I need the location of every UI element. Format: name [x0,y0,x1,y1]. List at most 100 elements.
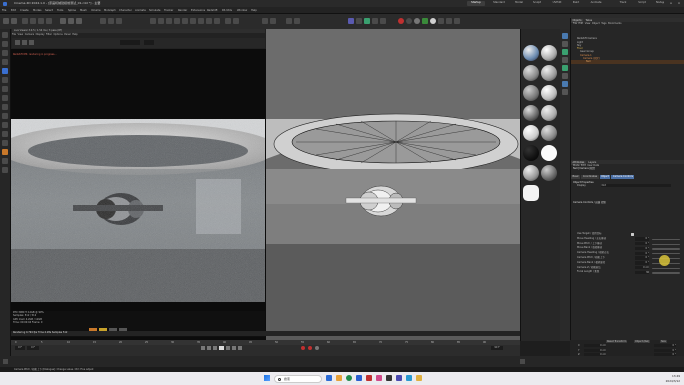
snap-tool-icon[interactable] [2,158,8,164]
keyframe-selection-icon[interactable] [315,346,319,350]
move-icon[interactable] [30,18,36,24]
clock-date[interactable]: 2024/3/12 [658,379,680,383]
app-yellow-icon[interactable] [416,375,422,381]
snap-icon[interactable] [225,18,231,24]
app-dark-icon[interactable] [386,375,392,381]
shader-icon[interactable] [562,65,568,71]
menu-render[interactable]: Render [178,9,187,12]
tab-startup[interactable]: Startup [467,1,485,6]
grid-icon[interactable] [294,18,300,24]
tab-sculpt[interactable]: Sculpt [530,1,544,6]
undo-icon[interactable] [3,18,9,24]
material-swatch-8[interactable] [541,105,557,121]
subtab-object[interactable]: Object [599,174,611,179]
menu-spline[interactable]: Spline [68,9,76,12]
cloner-icon[interactable] [174,18,180,24]
camera-icon[interactable] [206,18,212,24]
record-key-icon[interactable] [301,346,305,350]
control-value[interactable]: 0 ° [635,242,649,246]
menu-simulate[interactable]: Simulate [149,9,160,12]
axis-tool-icon[interactable] [2,167,8,173]
rs-aov-icon[interactable] [422,18,428,24]
coord-position[interactable]: 0 cm [584,344,606,348]
om-menu-bookmarks[interactable]: Bookmarks [608,22,621,25]
redshift-dome-icon[interactable] [372,18,378,24]
render-settings-icon[interactable] [116,18,122,24]
axis-x-icon[interactable] [60,18,66,24]
lv-menu-filter[interactable]: Filter [46,33,52,36]
axis-z-icon[interactable] [76,18,82,24]
axis-y-icon[interactable] [68,18,74,24]
workplane-icon[interactable] [233,18,239,24]
start-frame-field[interactable]: 0 F [27,346,39,350]
loop-tool-icon[interactable] [2,140,8,146]
subtab-coordinates[interactable]: Coordinates [581,174,599,179]
lv-menu-panel[interactable]: Panel [64,33,70,36]
om-menu-tags[interactable]: Tags [601,22,606,25]
redo-icon[interactable] [11,18,17,24]
menu-mograph[interactable]: MoGraph [104,9,116,12]
control-slider[interactable] [652,248,680,250]
paint-tool-icon[interactable] [2,149,8,155]
scale-icon[interactable] [38,18,44,24]
rs-sphere-icon[interactable] [414,18,420,24]
tab-paint[interactable]: Paint [570,1,582,6]
edges-mode-icon[interactable] [2,50,8,56]
om-menu-object[interactable]: Object [592,22,600,25]
play-render-icon[interactable] [15,40,20,45]
lv-menu-file[interactable]: File [12,33,16,36]
render-picture-viewer-icon[interactable] [108,18,114,24]
minimize-icon[interactable]: – [660,1,666,6]
cinema4d-taskbar-icon[interactable] [356,375,362,381]
app-pink-icon[interactable] [376,375,382,381]
lv-menu-view[interactable]: View [18,33,24,36]
tree-item-selected[interactable]: Null [571,60,684,64]
task-view-icon[interactable] [326,375,332,381]
material-swatch-7[interactable] [523,105,539,121]
structure-panel-icon[interactable] [562,57,568,63]
material-swatch-1[interactable] [523,45,539,61]
rotate-tool-icon[interactable] [2,86,8,92]
next-frame-icon[interactable] [226,346,230,350]
material-swatch-13[interactable] [523,165,539,181]
taskbar-search[interactable]: 搜索 [274,374,322,383]
lv-menu-options[interactable]: Options [53,33,62,36]
windows-start-icon[interactable] [264,375,270,381]
move-tool-icon[interactable] [2,68,8,74]
bevel-tool-icon[interactable] [2,131,8,137]
close-icon[interactable]: × [676,1,682,6]
app-purple-icon[interactable] [396,375,402,381]
control-value[interactable]: 0 ° [635,251,649,255]
menu-mesh[interactable]: Mesh [80,9,87,12]
menu-animate[interactable]: Animate [135,9,146,12]
control-slider[interactable] [652,267,680,269]
timeline-toggle-icon[interactable] [3,359,8,364]
maximize-icon[interactable]: ▫ [668,1,674,6]
objects-panel-icon[interactable] [562,33,568,39]
editor-viewport[interactable] [266,29,520,356]
control-value[interactable]: 36 [635,270,649,275]
knife-tool-icon[interactable] [2,95,8,101]
menu-file[interactable]: File [2,9,6,12]
menu-create[interactable]: Create [20,9,29,12]
aov-select[interactable] [120,40,140,45]
menu-window[interactable]: Window [237,9,247,12]
material-swatch-11[interactable] [523,145,539,161]
app-blue-icon[interactable] [406,375,412,381]
render-view-icon[interactable] [100,18,106,24]
material-swatch-2[interactable] [541,45,557,61]
app-red-icon[interactable] [366,375,372,381]
menu-redshift[interactable]: Redshift [207,9,218,12]
lv-menu-help[interactable]: Help [72,33,77,36]
menu-help[interactable]: Help [251,9,257,12]
file-explorer-icon[interactable] [336,375,342,381]
material-swatch-4[interactable] [541,65,557,81]
menu-modes[interactable]: Modes [33,9,41,12]
subtab-basic[interactable]: Basic [571,174,581,179]
field-icon[interactable] [190,18,196,24]
menu-volume[interactable]: Volume [91,9,101,12]
size-select[interactable]: Size [660,340,667,344]
menu-tools[interactable]: Tools [57,9,63,12]
lv-menu-display[interactable]: Display [36,33,45,36]
model-mode-icon[interactable] [2,32,8,38]
